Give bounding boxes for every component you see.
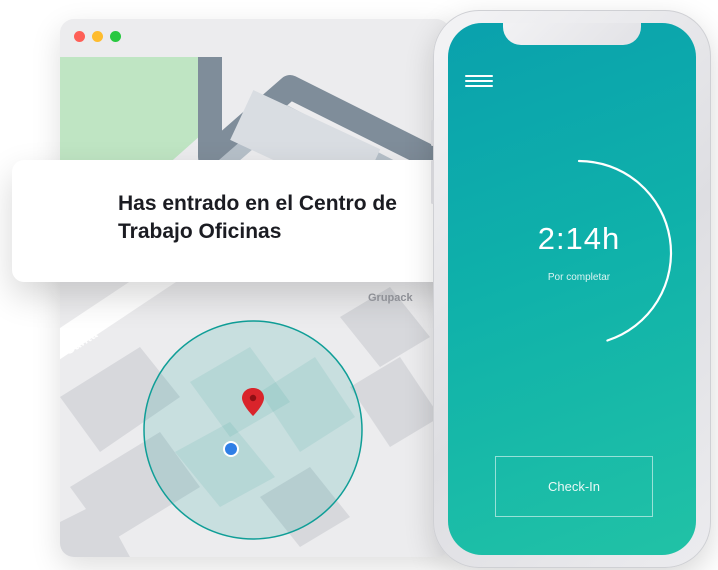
check-in-button[interactable]: Check-In (495, 456, 653, 517)
phone-screen: 2:14h Por completar Check-In (448, 23, 696, 555)
browser-window: Santa Grupack (60, 19, 450, 557)
street-label: Grupack (368, 292, 413, 304)
maximize-window-button[interactable] (110, 31, 121, 42)
user-location-dot (225, 443, 237, 455)
geofence-notification: Has entrado en el Centro de Trabajo Ofic… (12, 160, 482, 282)
minimize-window-button[interactable] (92, 31, 103, 42)
phone-mockup: 2:14h Por completar Check-In (431, 10, 711, 568)
browser-title-bar (60, 19, 450, 57)
close-window-button[interactable] (74, 31, 85, 42)
notification-message: Has entrado en el Centro de Trabajo Ofic… (118, 192, 397, 243)
map-view[interactable]: Santa Grupack (60, 57, 450, 557)
phone-side-button (431, 160, 434, 204)
timer-label: Por completar (547, 272, 611, 283)
timer-value: 2:14h (537, 221, 621, 256)
phone-side-button (431, 120, 434, 146)
